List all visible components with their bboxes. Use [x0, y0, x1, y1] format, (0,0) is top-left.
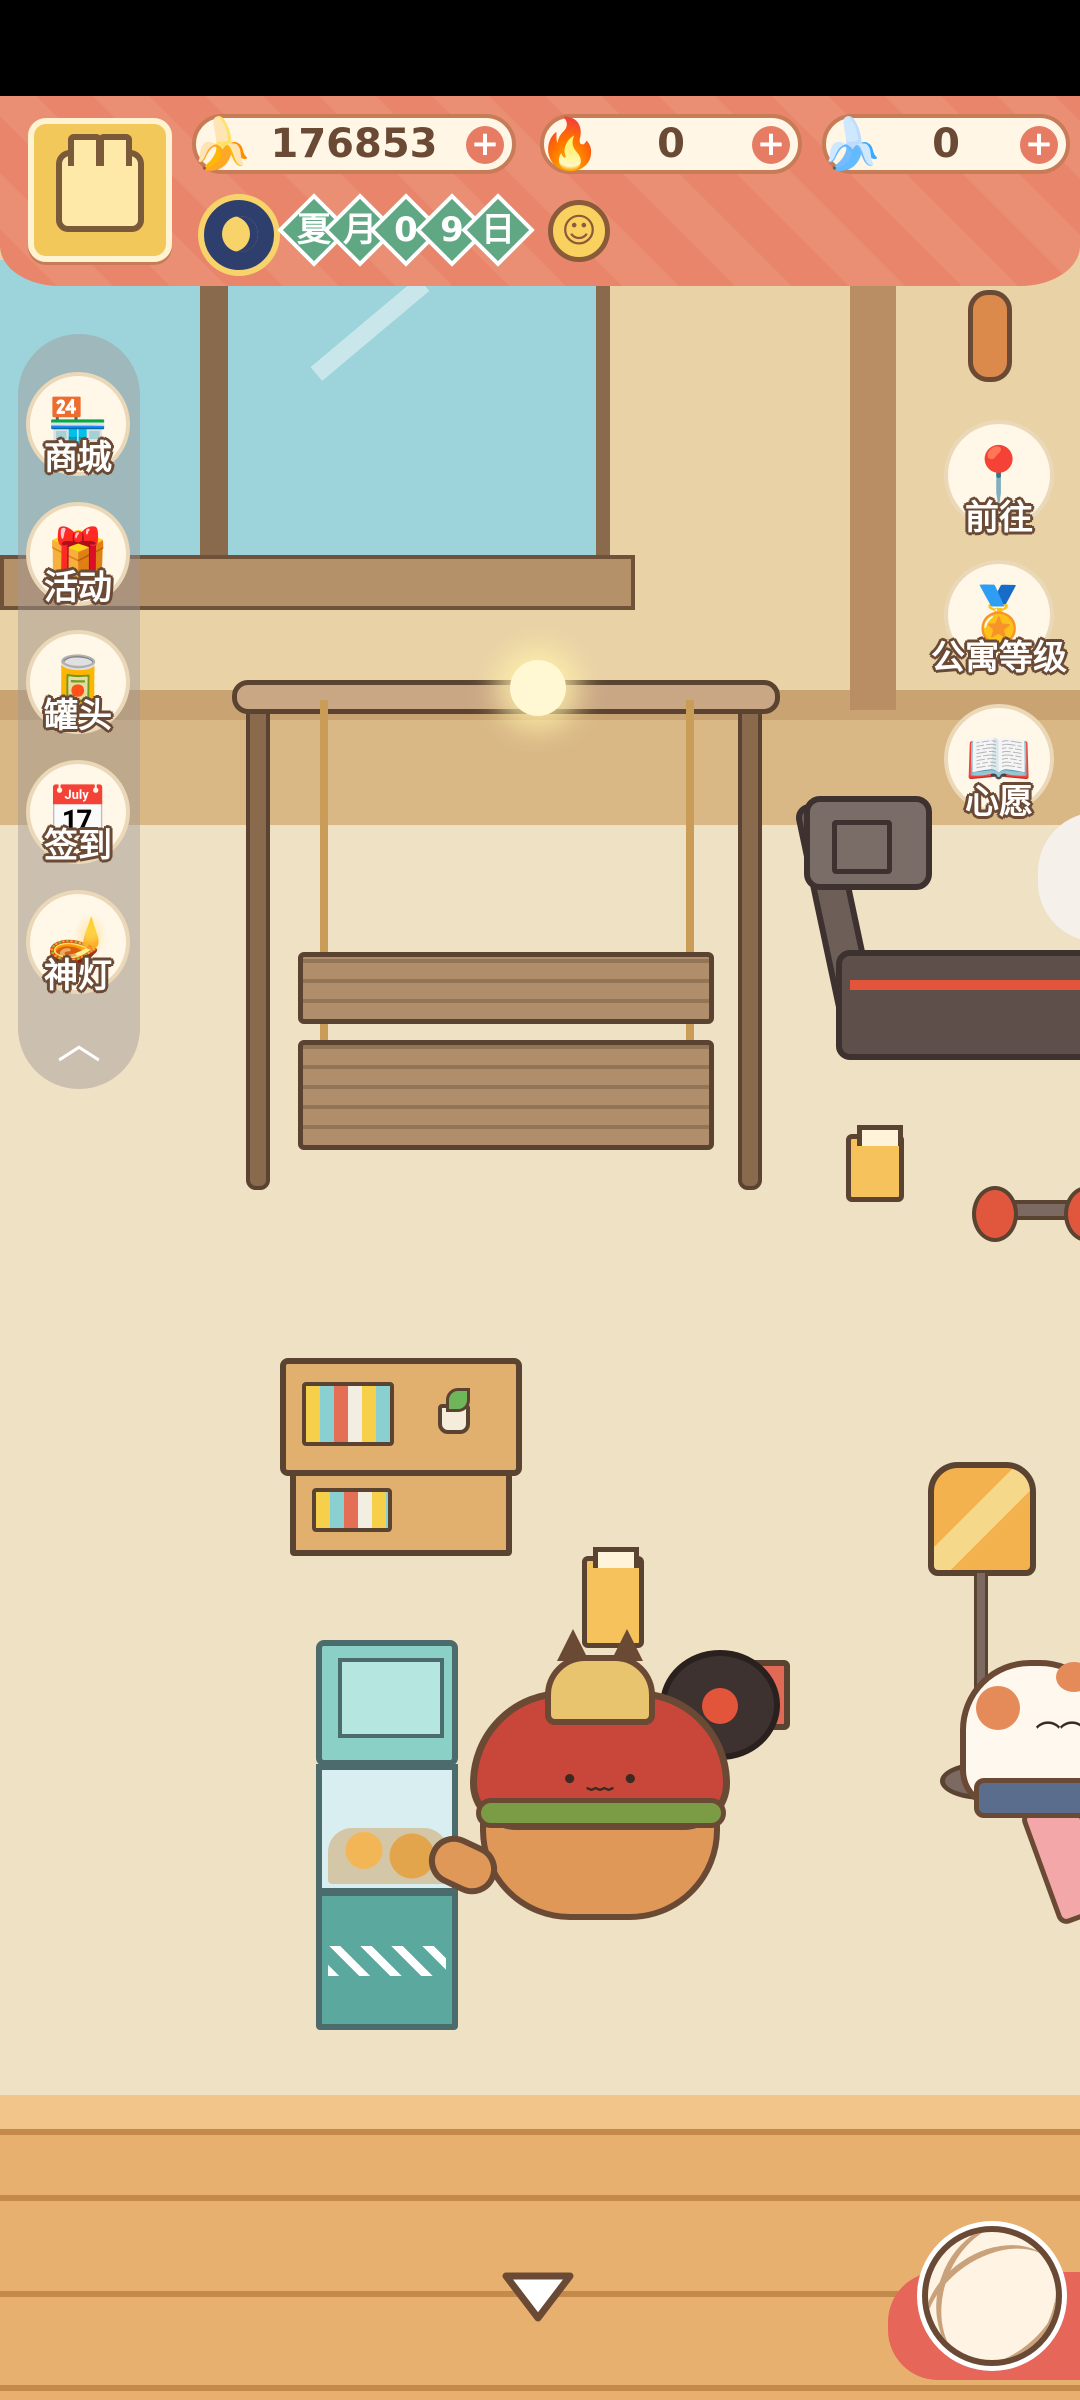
blue-flame-icon: 🔥: [538, 115, 602, 173]
menu-checkin[interactable]: 📅 签到: [20, 760, 136, 880]
menu-go-to-label: 前往: [965, 498, 1033, 538]
banana-counter: 🍌 176853 +: [191, 114, 516, 174]
claw-machine-top: [316, 1640, 458, 1766]
swing-post-left: [246, 690, 270, 1190]
menu-go-to[interactable]: 📍 前往: [914, 420, 1080, 550]
banana-icon: 🍌: [190, 115, 254, 173]
calico-cat[interactable]: ⌒⌒: [960, 1660, 1080, 1818]
books-lower: [312, 1488, 392, 1532]
menu-apartment-level[interactable]: 🏅 公寓等级: [914, 560, 1080, 690]
swing-rope-right: [686, 700, 694, 1095]
swing-backrest[interactable]: [298, 952, 714, 1024]
menu-magic-lamp[interactable]: 🪔 神灯: [20, 890, 136, 1010]
menu-apartment-level-label: 公寓等级: [931, 638, 1067, 678]
menu-wishes-label: 心愿: [965, 782, 1033, 822]
cat-avatar-icon: [56, 134, 144, 232]
claw-machine[interactable]: [316, 1890, 458, 2030]
wall-pillar: [850, 260, 896, 710]
chevron-up-icon[interactable]: ︿: [48, 1022, 110, 1066]
banana-count: 176853: [270, 121, 438, 167]
add-blue-banana-button[interactable]: +: [1020, 126, 1058, 164]
add-blue-flame-button[interactable]: +: [752, 126, 790, 164]
menu-can-label: 罐头: [44, 696, 112, 736]
menu-events-label: 活动: [44, 568, 112, 608]
blue-banana-counter: 🍌 0 +: [821, 114, 1070, 174]
hanging-rope-decoration[interactable]: [968, 290, 1012, 382]
player-avatar[interactable]: [28, 118, 172, 262]
floor-lamp[interactable]: [928, 1462, 1036, 1576]
sparkle-icon[interactable]: [510, 660, 566, 716]
blue-banana-icon: 🍌: [820, 115, 884, 173]
books: [302, 1382, 394, 1446]
treadmill[interactable]: [836, 950, 1080, 1060]
cat-ear-hat: [545, 1629, 655, 1725]
menu-checkin-label: 签到: [44, 826, 112, 866]
swing-seat[interactable]: [298, 1040, 714, 1150]
burger-cat-face: • ﹏ •: [561, 1765, 639, 1795]
menu-wishes[interactable]: 📖 心愿: [914, 704, 1080, 834]
blue-flame-count: 0: [657, 121, 685, 167]
menu-events[interactable]: 🎁 活动: [20, 502, 136, 622]
status-bar: [0, 0, 1080, 96]
dumbbell[interactable]: [972, 1186, 1080, 1242]
chevron-down-icon[interactable]: [500, 2268, 576, 2326]
menu-shop[interactable]: 🏪 商城: [20, 372, 136, 492]
day-night-clock-icon[interactable]: [198, 194, 280, 276]
floor-trim: [0, 2095, 1080, 2135]
menu-can[interactable]: 🥫 罐头: [20, 630, 136, 750]
blue-banana-count: 0: [932, 121, 960, 167]
menu-shop-label: 商城: [44, 438, 112, 478]
add-banana-button[interactable]: +: [466, 126, 504, 164]
bookshelf[interactable]: [280, 1358, 522, 1476]
potted-plant: [438, 1388, 470, 1434]
table-lamp[interactable]: [846, 1125, 904, 1202]
menu-magic-lamp-label: 神灯: [44, 956, 112, 996]
bookshelf-cabinet[interactable]: [290, 1470, 512, 1556]
yarn-ball-icon[interactable]: [922, 2226, 1062, 2366]
date-day-label: 日: [481, 210, 515, 250]
swing-rope-left: [320, 700, 328, 1095]
burger-lettuce: [476, 1798, 726, 1828]
treadmill-belt: [850, 980, 1080, 990]
blue-flame-counter: 🔥 0 +: [539, 114, 802, 174]
sun-icon[interactable]: [548, 200, 610, 262]
swing-beam: [232, 680, 780, 714]
swing-post-right: [738, 690, 762, 1190]
